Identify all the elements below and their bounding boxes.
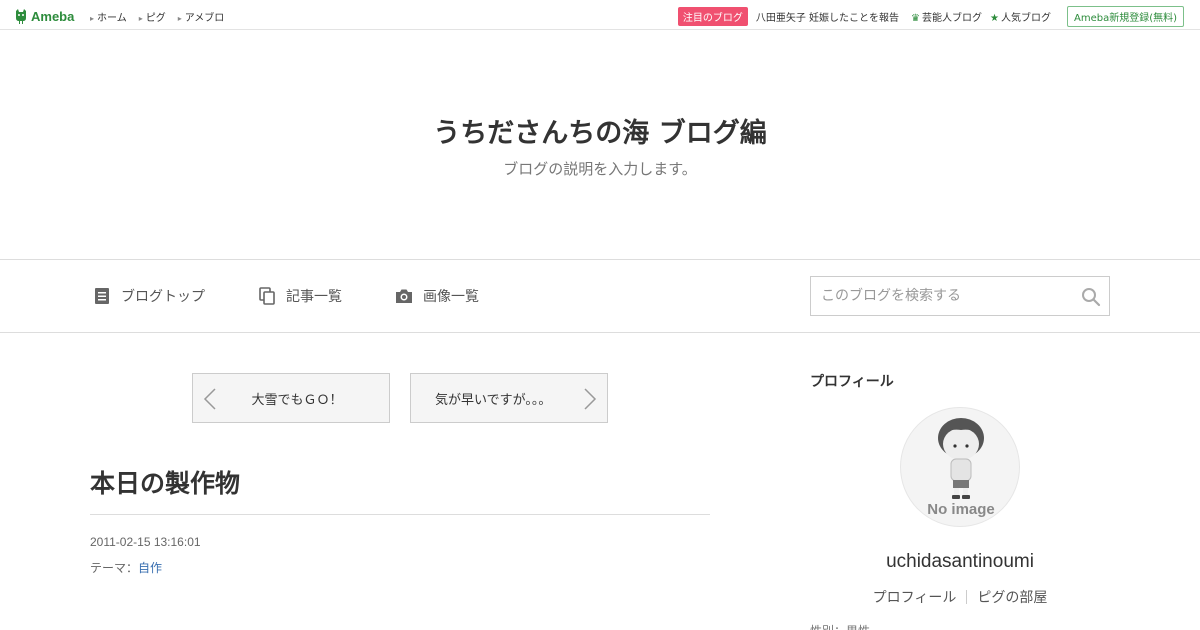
pigg-room-link[interactable]: ピグの部屋 bbox=[977, 587, 1047, 607]
ameba-logo[interactable]: Ameba bbox=[14, 7, 74, 25]
celeb-blog-label: 芸能人ブログ bbox=[922, 13, 983, 24]
nav-article-list[interactable]: 記事一覧 bbox=[258, 286, 342, 306]
entry-date: 2011-02-15 13:16:01 bbox=[90, 535, 201, 549]
featured-blog-badge: 注目のブログ bbox=[677, 7, 748, 26]
blog-description: ブログの説明を入力します。 bbox=[503, 160, 697, 178]
chevron-right-icon bbox=[584, 388, 597, 410]
entry-theme: テーマ：自作 bbox=[90, 559, 162, 576]
entry-theme-label: テーマ： bbox=[90, 561, 139, 575]
popular-blog-link[interactable]: ★ 人気ブログ bbox=[990, 9, 1051, 24]
nav-blog-top[interactable]: ブログトップ bbox=[93, 286, 205, 306]
ameba-mascot-icon bbox=[16, 9, 26, 24]
blog-search-input[interactable] bbox=[811, 277, 1071, 315]
global-header: Ameba ホーム ピグ アメブロ 注目のブログ 八田亜矢子 妊娠したことを報告… bbox=[0, 0, 1200, 30]
next-entry-title: 気が早いですが。。。 bbox=[435, 392, 552, 408]
popular-blog-label: 人気ブログ bbox=[1000, 13, 1051, 24]
ameba-logo-text: Ameba bbox=[31, 8, 75, 24]
profile-heading: プロフィール bbox=[810, 374, 894, 390]
next-entry-button[interactable]: 気が早いですが。。。 bbox=[410, 373, 608, 423]
blog-nav: ブログトップ 記事一覧 画像一覧 bbox=[0, 259, 1200, 333]
document-icon bbox=[95, 288, 109, 304]
chevron-left-icon bbox=[203, 388, 216, 410]
global-nav-right: 注目のブログ 八田亜矢子 妊娠したことを報告 ♛ 芸能人ブログ ★ 人気ブログ Am… bbox=[677, 6, 1184, 27]
nav-pigg-link[interactable]: ピグ bbox=[139, 9, 166, 24]
search-icon[interactable] bbox=[1081, 287, 1101, 307]
profile-gender: 性別：男性 bbox=[810, 622, 870, 630]
crown-icon: ♛ bbox=[911, 13, 921, 24]
prev-entry-title: 大雪でもＧＯ！ bbox=[251, 392, 343, 408]
nav-image-list-label: 画像一覧 bbox=[423, 289, 479, 305]
profile-username[interactable]: uchidasantinoumi bbox=[810, 551, 1110, 573]
blog-title[interactable]: うちださんちの海 ブログ編 bbox=[0, 111, 1200, 150]
no-image-avatar-icon: No image bbox=[927, 418, 995, 518]
global-nav: ホーム ピグ アメブロ bbox=[90, 9, 224, 24]
star-icon: ★ bbox=[990, 13, 999, 24]
blog-header: うちださんちの海 ブログ編 ブログの説明を入力します。 bbox=[0, 31, 1200, 259]
signup-button[interactable]: Ameba新規登録(無料) bbox=[1066, 6, 1184, 27]
nav-article-list-label: 記事一覧 bbox=[286, 289, 342, 305]
featured-headline-link[interactable]: 八田亜矢子 妊娠したことを報告 bbox=[756, 9, 899, 24]
nav-image-list[interactable]: 画像一覧 bbox=[395, 286, 479, 306]
blog-search bbox=[810, 276, 1110, 316]
entry-title[interactable]: 本日の製作物 bbox=[90, 464, 240, 500]
entry-theme-link[interactable]: 自作 bbox=[138, 561, 162, 575]
celeb-blog-link[interactable]: ♛ 芸能人ブログ bbox=[911, 9, 982, 24]
prev-entry-button[interactable]: 大雪でもＧＯ！ bbox=[192, 373, 390, 423]
nav-home-link[interactable]: ホーム bbox=[90, 9, 127, 24]
avatar-no-image-text: No image bbox=[927, 501, 995, 518]
profile-links: プロフィール ピグの部屋 bbox=[810, 587, 1110, 607]
entry-divider bbox=[90, 514, 710, 515]
camera-icon bbox=[396, 289, 412, 303]
profile-link[interactable]: プロフィール bbox=[873, 587, 957, 607]
copy-pages-icon bbox=[259, 287, 275, 305]
avatar[interactable]: No image bbox=[900, 407, 1020, 527]
nav-ameblo-link[interactable]: アメブロ bbox=[178, 9, 225, 24]
profile-links-separator bbox=[966, 590, 968, 604]
nav-blog-top-label: ブログトップ bbox=[121, 289, 205, 305]
